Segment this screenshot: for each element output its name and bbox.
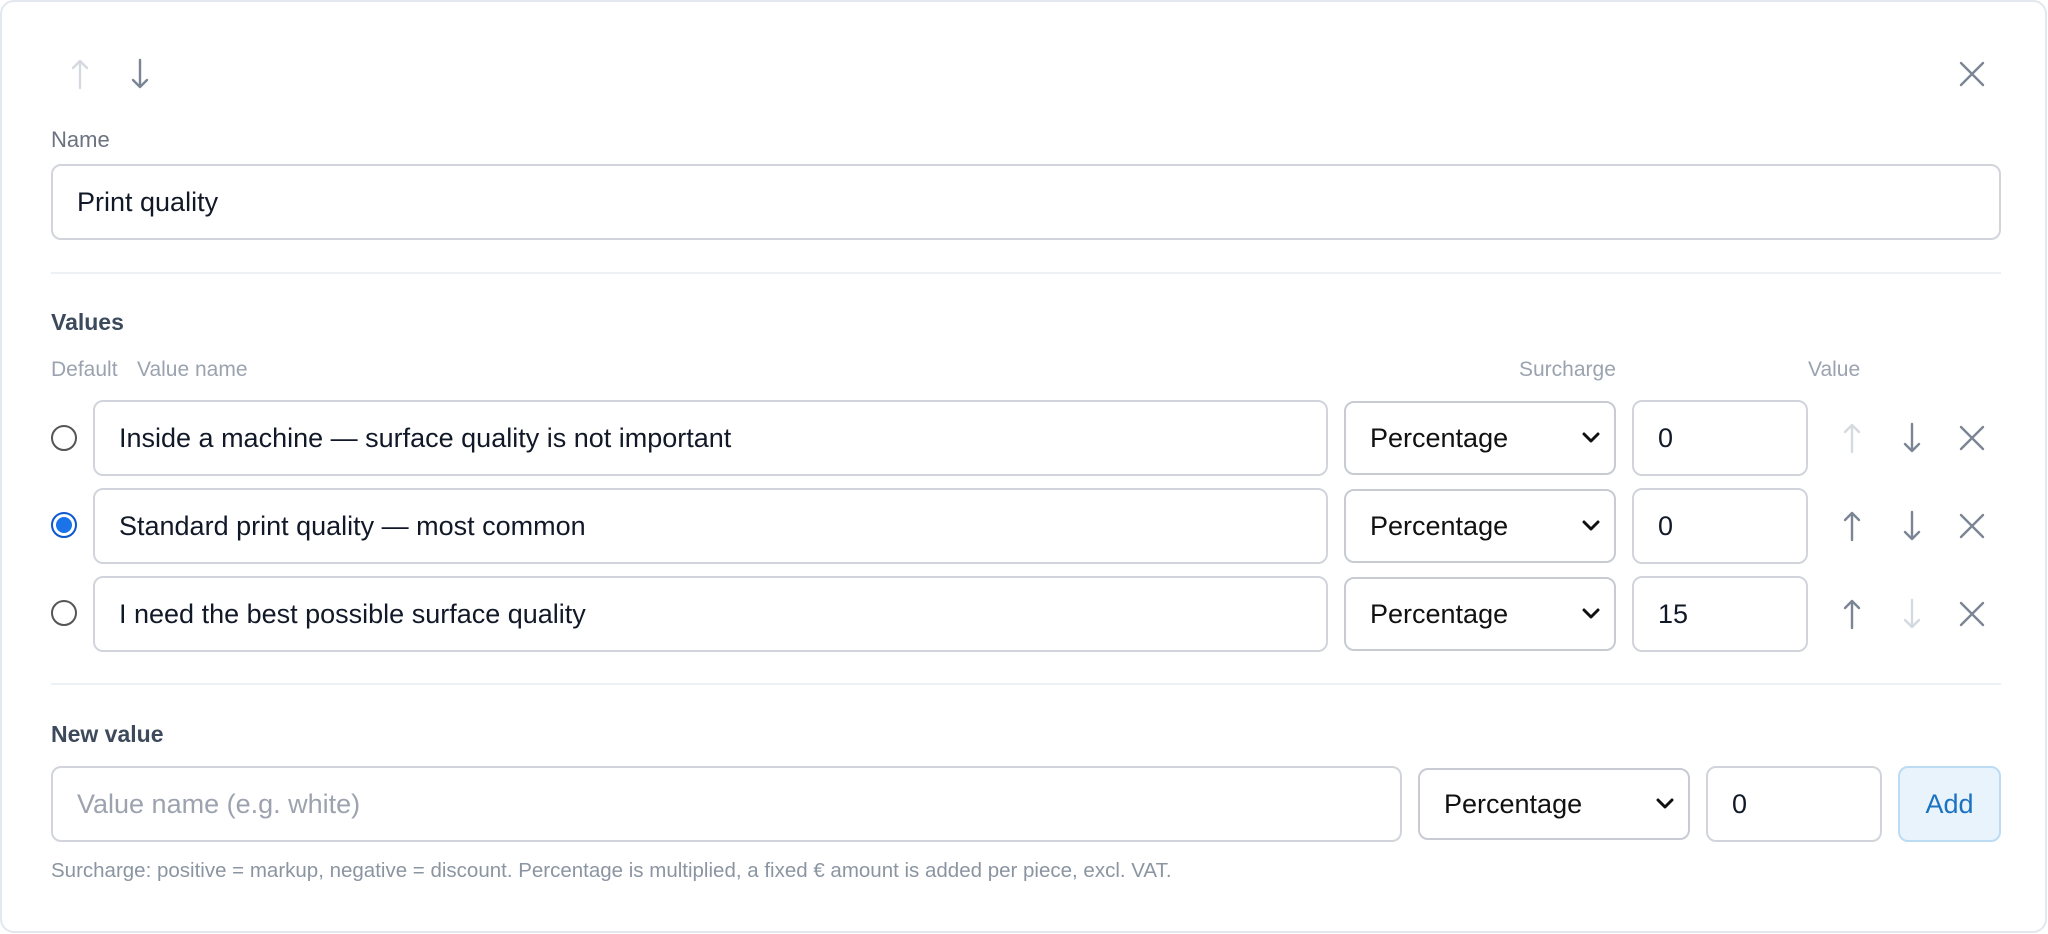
new-value-surcharge-type-select[interactable]: Percentage bbox=[1418, 768, 1690, 840]
arrow-down-icon bbox=[1903, 510, 1921, 541]
close-button[interactable] bbox=[1952, 54, 1992, 94]
column-header-default: Default bbox=[51, 358, 118, 381]
move-down-button-row-3[interactable] bbox=[1896, 596, 1928, 632]
new-value-section-title: New value bbox=[51, 721, 164, 747]
name-label: Name bbox=[51, 127, 110, 152]
move-up-button-row-2[interactable] bbox=[1836, 508, 1868, 544]
value-name-input-row-3[interactable] bbox=[93, 576, 1328, 652]
default-radio-row-3[interactable] bbox=[51, 600, 77, 626]
surcharge-hint-text: Surcharge: positive = markup, negative =… bbox=[51, 859, 1172, 882]
move-down-attribute-button[interactable] bbox=[124, 54, 156, 94]
value-name-input-row-1[interactable] bbox=[93, 400, 1328, 476]
arrow-up-icon bbox=[1843, 599, 1861, 630]
chevron-down-icon bbox=[1656, 798, 1674, 809]
surcharge-value-input-row-2[interactable] bbox=[1632, 488, 1808, 564]
arrow-up-icon bbox=[1843, 423, 1861, 454]
arrow-down-icon bbox=[1903, 598, 1921, 629]
move-up-button-row-3[interactable] bbox=[1836, 596, 1868, 632]
column-header-value-name: Value name bbox=[137, 358, 248, 381]
arrow-up-icon bbox=[1843, 511, 1861, 542]
surcharge-value-input-row-1[interactable] bbox=[1632, 400, 1808, 476]
delete-button-row-1[interactable] bbox=[1952, 418, 1992, 458]
surcharge-value-input-row-3[interactable] bbox=[1632, 576, 1808, 652]
arrow-down-icon bbox=[131, 58, 149, 89]
edit-attribute-card: Name Values Default Value name Surcharge… bbox=[0, 0, 2047, 933]
chevron-down-icon bbox=[1582, 520, 1600, 531]
move-up-attribute-button[interactable] bbox=[64, 54, 96, 94]
close-icon bbox=[1959, 513, 1985, 539]
surcharge-type-select-row-2[interactable]: Percentage bbox=[1344, 489, 1616, 563]
default-radio-row-2[interactable] bbox=[51, 512, 77, 538]
surcharge-type-select-row-1[interactable]: Percentage bbox=[1344, 401, 1616, 475]
values-section-title: Values bbox=[51, 309, 124, 335]
divider bbox=[51, 683, 2001, 685]
column-header-value: Value bbox=[1808, 358, 1861, 381]
move-up-button-row-1[interactable] bbox=[1836, 420, 1868, 456]
chevron-down-icon bbox=[1582, 608, 1600, 619]
chevron-down-icon bbox=[1582, 432, 1600, 443]
new-value-name-input[interactable] bbox=[51, 766, 1402, 842]
close-icon bbox=[1959, 601, 1985, 627]
new-value-surcharge-type-value: Percentage bbox=[1444, 788, 1583, 819]
surcharge-type-value-row-3: Percentage bbox=[1370, 598, 1509, 629]
divider bbox=[51, 272, 2001, 274]
default-radio-row-1[interactable] bbox=[51, 425, 77, 451]
column-header-surcharge: Surcharge bbox=[1519, 358, 1616, 381]
surcharge-type-value-row-2: Percentage bbox=[1370, 510, 1509, 541]
new-value-surcharge-input[interactable] bbox=[1706, 766, 1882, 842]
name-input[interactable] bbox=[51, 164, 2001, 240]
add-value-button[interactable]: Add bbox=[1898, 766, 2001, 842]
move-down-button-row-1[interactable] bbox=[1896, 420, 1928, 456]
surcharge-type-select-row-3[interactable]: Percentage bbox=[1344, 577, 1616, 651]
close-icon bbox=[1959, 61, 1985, 87]
delete-button-row-3[interactable] bbox=[1952, 594, 1992, 634]
delete-button-row-2[interactable] bbox=[1952, 506, 1992, 546]
close-icon bbox=[1959, 425, 1985, 451]
value-name-input-row-2[interactable] bbox=[93, 488, 1328, 564]
move-down-button-row-2[interactable] bbox=[1896, 508, 1928, 544]
surcharge-type-value-row-1: Percentage bbox=[1370, 422, 1509, 453]
arrow-up-icon bbox=[71, 59, 89, 90]
arrow-down-icon bbox=[1903, 422, 1921, 453]
